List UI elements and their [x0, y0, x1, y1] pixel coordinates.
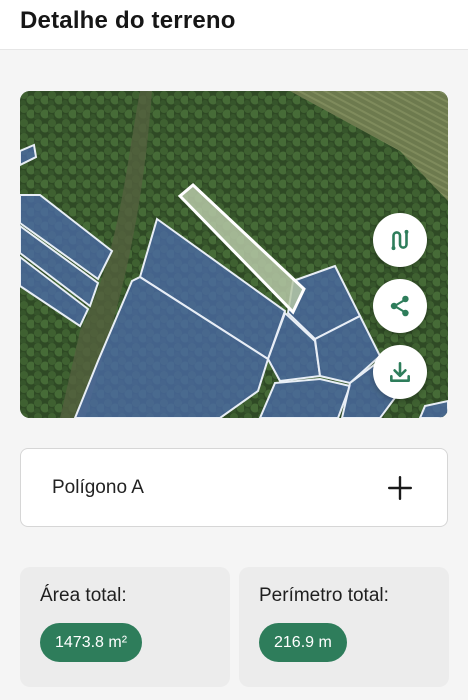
- perimeter-card: Perímetro total: 216.9 m: [239, 567, 449, 687]
- page-title: Detalhe do terreno: [20, 7, 236, 34]
- download-button[interactable]: [373, 345, 427, 399]
- polygon-label: Polígono A: [52, 477, 144, 498]
- area-value-badge: 1473.8 m²: [40, 623, 143, 662]
- app-header: Detalhe do terreno: [0, 0, 468, 50]
- download-icon: [390, 362, 410, 382]
- perimeter-value-badge: 216.9 m: [259, 623, 347, 662]
- area-card: Área total: 1473.8 m²: [20, 567, 230, 687]
- share-icon: [390, 295, 409, 317]
- perimeter-title: Perímetro total:: [259, 585, 389, 606]
- share-button[interactable]: [373, 279, 427, 333]
- parcel-bottom[interactable]: [258, 377, 352, 418]
- area-title: Área total:: [40, 585, 127, 606]
- route-icon: [391, 229, 409, 251]
- route-button[interactable]: [373, 213, 427, 267]
- polygon-card[interactable]: Polígono A: [20, 448, 448, 527]
- plus-icon[interactable]: [387, 475, 413, 501]
